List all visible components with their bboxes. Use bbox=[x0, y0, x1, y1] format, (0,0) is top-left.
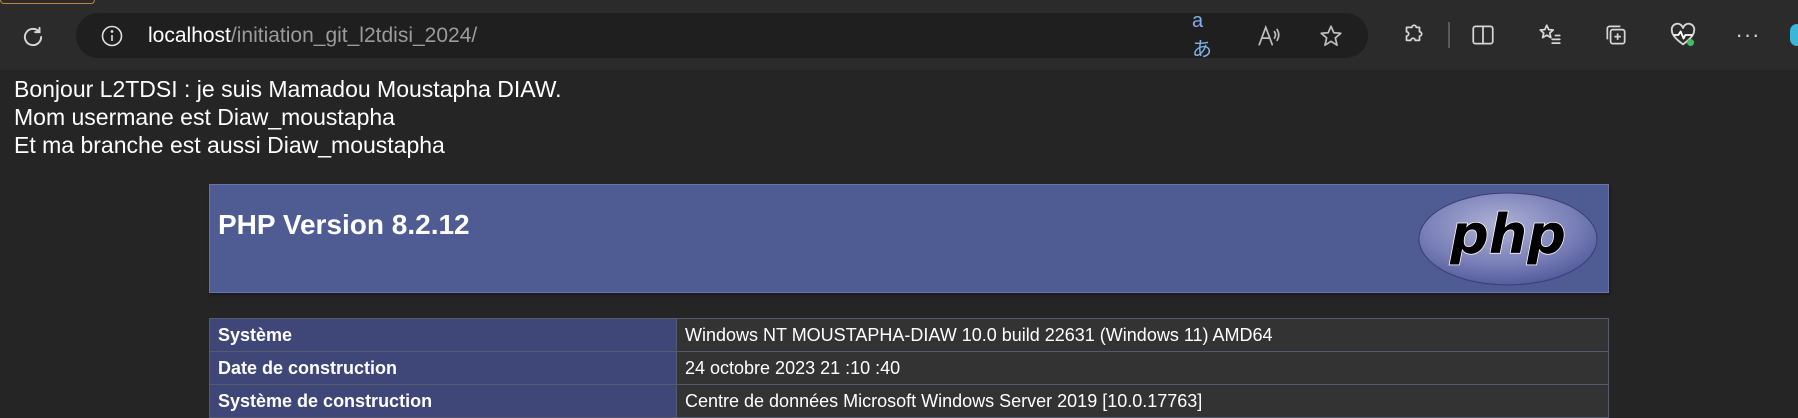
php-logo-text: php bbox=[1449, 203, 1566, 266]
row-value: 24 octobre 2023 21 :10 :40 bbox=[676, 351, 1609, 385]
collections-icon[interactable] bbox=[1600, 19, 1632, 51]
intro-line-1: Bonjour L2TDSI : je suis Mamadou Moustap… bbox=[14, 76, 562, 102]
php-logo[interactable]: php bbox=[1417, 191, 1599, 287]
browser-toolbar: localhost/initiation_git_l2tdisi_2024/ a… bbox=[0, 0, 1798, 70]
extensions-icon[interactable] bbox=[1397, 19, 1429, 51]
phpinfo-table: Système Windows NT MOUSTAPHA-DIAW 10.0 bu… bbox=[209, 318, 1609, 418]
split-screen-icon[interactable] bbox=[1467, 19, 1499, 51]
row-key: Système bbox=[209, 318, 677, 352]
address-bar[interactable]: localhost/initiation_git_l2tdisi_2024/ a… bbox=[76, 10, 1368, 61]
intro-line-2: Mom usermane est Diaw_moustapha bbox=[14, 104, 395, 130]
intro-text: Bonjour L2TDSI : je suis Mamadou Moustap… bbox=[14, 75, 562, 159]
favorite-star-icon[interactable] bbox=[1316, 21, 1346, 51]
url-path: /initiation_git_l2tdisi_2024/ bbox=[230, 24, 478, 47]
table-row: Date de construction 24 octobre 2023 21 :… bbox=[209, 351, 1609, 385]
row-key: Système de construction bbox=[209, 384, 677, 418]
table-row: Système de construction Centre de données… bbox=[209, 384, 1609, 418]
active-tab-edge[interactable] bbox=[0, 0, 95, 4]
translate-icon[interactable]: aあ bbox=[1192, 10, 1222, 61]
row-value: Windows NT MOUSTAPHA-DIAW 10.0 build 226… bbox=[676, 318, 1609, 352]
reload-icon[interactable] bbox=[16, 20, 50, 54]
browser-essentials-icon[interactable] bbox=[1667, 19, 1699, 51]
more-icon[interactable]: ··· bbox=[1732, 19, 1764, 51]
copilot-icon[interactable] bbox=[1790, 24, 1798, 46]
toolbar-separator bbox=[1448, 22, 1450, 48]
row-key: Date de construction bbox=[209, 351, 677, 385]
row-value: Centre de données Microsoft Windows Serv… bbox=[676, 384, 1609, 418]
url-host: localhost bbox=[148, 24, 231, 47]
read-aloud-icon[interactable] bbox=[1254, 21, 1284, 51]
intro-line-3: Et ma branche est aussi Diaw_moustapha bbox=[14, 132, 445, 158]
php-version-title: PHP Version 8.2.12 bbox=[218, 209, 470, 240]
info-icon[interactable] bbox=[100, 24, 124, 48]
url-text[interactable]: localhost/initiation_git_l2tdisi_2024/ bbox=[148, 24, 477, 48]
phpinfo-header: PHP Version 8.2.12 php bbox=[209, 184, 1609, 293]
table-row: Système Windows NT MOUSTAPHA-DIAW 10.0 bu… bbox=[209, 318, 1609, 352]
favorites-icon[interactable] bbox=[1534, 19, 1566, 51]
